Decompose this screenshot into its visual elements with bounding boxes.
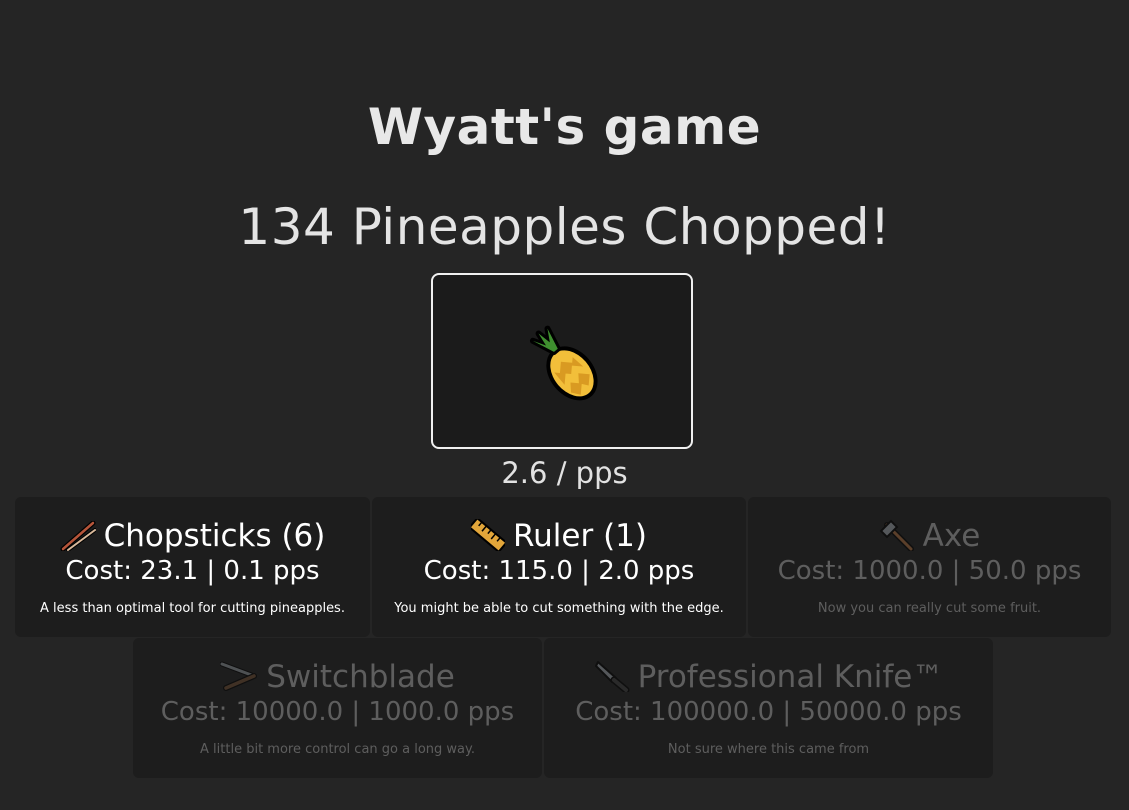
shop-item-description: Not sure where this came from <box>667 742 870 757</box>
shop-item-name: Professional Knife™ <box>637 659 944 695</box>
shop-item-title: Ruler (1) <box>372 516 746 555</box>
shop-item-name: Chopsticks (6) <box>103 518 326 554</box>
shop-item-title: Switchblade <box>133 658 542 696</box>
shop-item-title: Professional Knife™ <box>544 658 993 696</box>
shop-item-professional-knife[interactable]: Professional Knife™ Cost: 100000.0 | 500… <box>544 638 993 778</box>
shop-item-description: Now you can really cut some fruit. <box>817 601 1042 616</box>
shop-item-cost: Cost: 1000.0 | 50.0 pps <box>777 556 1082 586</box>
shop-item-axe[interactable]: Axe Cost: 1000.0 | 50.0 pps Now you can … <box>748 497 1111 637</box>
pineapple-counter: 134 Pineapples Chopped! <box>238 198 891 256</box>
chopsticks-icon <box>60 520 97 552</box>
axe-icon <box>879 519 914 552</box>
shop-item-cost: Cost: 100000.0 | 50000.0 pps <box>575 697 962 727</box>
ruler-icon <box>468 516 508 554</box>
pps-rate: 2.6 / pps <box>501 456 628 490</box>
switchblade-icon <box>219 661 258 691</box>
page-title: Wyatt's game <box>367 98 762 156</box>
knife-icon <box>594 661 630 694</box>
shop-item-name: Axe <box>922 518 981 554</box>
shop-item-description: A little bit more control can go a long … <box>200 742 475 757</box>
shop-item-title: Axe <box>748 517 1111 555</box>
shop-item-cost: Cost: 115.0 | 2.0 pps <box>423 556 695 586</box>
chop-pineapple-button[interactable] <box>431 273 693 449</box>
shop-item-chopsticks[interactable]: Chopsticks (6) Cost: 23.1 | 0.1 pps A le… <box>15 497 370 637</box>
shop-item-name: Switchblade <box>266 659 455 695</box>
shop-item-description: A less than optimal tool for cutting pin… <box>40 601 345 616</box>
shop-item-switchblade[interactable]: Switchblade Cost: 10000.0 | 1000.0 pps A… <box>133 638 542 778</box>
shop-item-ruler[interactable]: Ruler (1) Cost: 115.0 | 2.0 pps You migh… <box>372 497 746 637</box>
shop-item-cost: Cost: 23.1 | 0.1 pps <box>65 556 320 586</box>
shop-item-title: Chopsticks (6) <box>15 517 370 555</box>
shop-item-cost: Cost: 10000.0 | 1000.0 pps <box>160 697 515 727</box>
pineapple-icon <box>529 325 598 401</box>
shop-item-description: You might be able to cut something with … <box>394 601 724 616</box>
shop-item-name: Ruler (1) <box>513 518 647 554</box>
game-page: Wyatt's game 134 Pineapples Chopped! 2.6… <box>0 0 1129 810</box>
